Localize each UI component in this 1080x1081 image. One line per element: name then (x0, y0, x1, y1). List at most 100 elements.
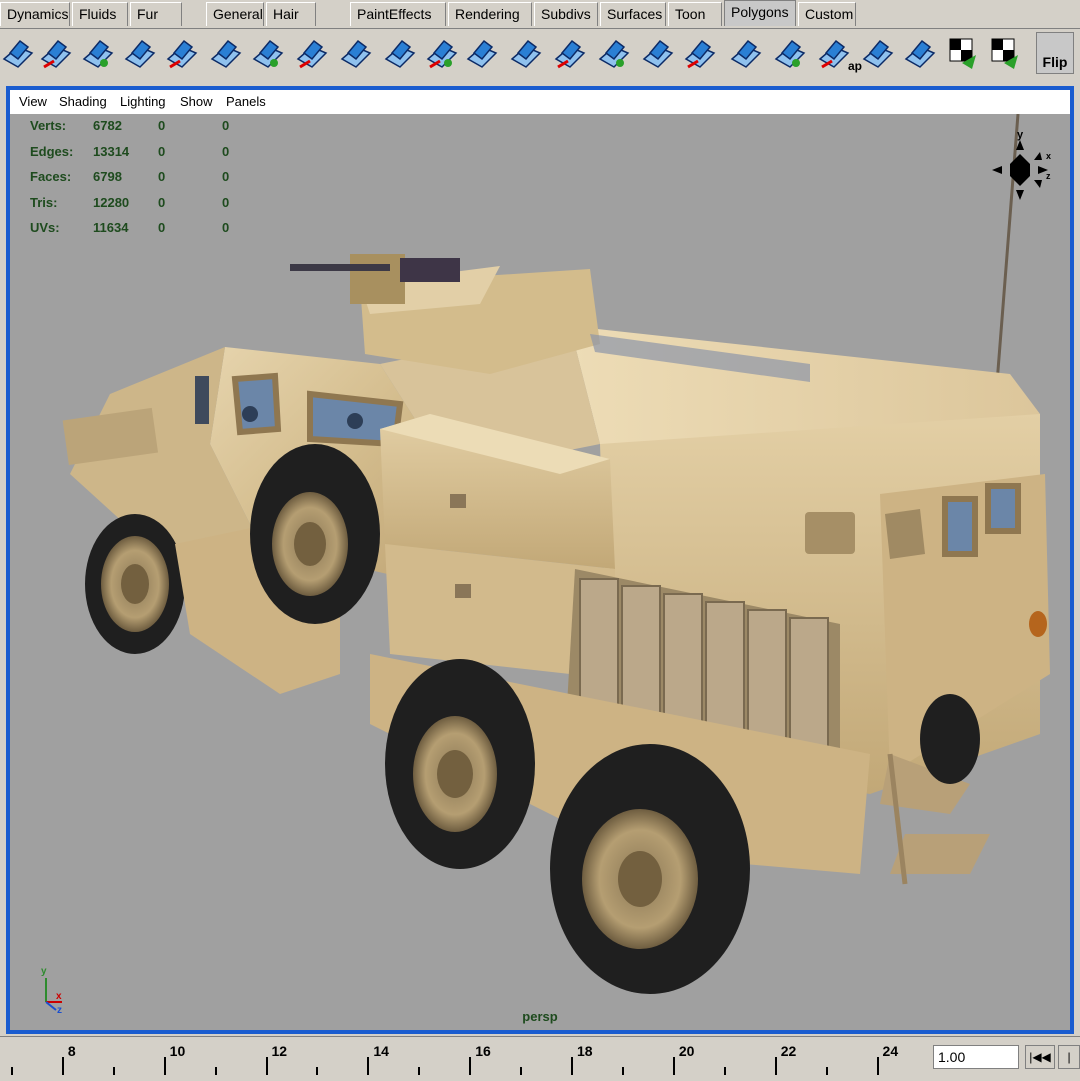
lattice-icon[interactable] (208, 33, 242, 73)
ruler-tick-label: 22 (780, 1043, 797, 1059)
poly-sphere-icon[interactable] (122, 33, 156, 73)
ruler-tick (723, 1067, 726, 1075)
hud-selected: 0 (158, 194, 166, 210)
wedge-icon[interactable] (464, 33, 498, 73)
plane-icon[interactable] (250, 33, 284, 73)
hud-label: Tris: (30, 194, 58, 210)
ruler-tick (571, 1057, 574, 1075)
extrude-face-icon[interactable] (338, 33, 372, 73)
hud-component: 0 (222, 194, 230, 210)
lighting-menu[interactable]: Lighting (120, 90, 166, 114)
shelf-tab-custom[interactable]: Custom (798, 2, 856, 26)
ruler-tick (418, 1067, 421, 1075)
perspective-viewport[interactable]: Verts: 6782 0 0 Edges: 13314 0 0 Faces: 6798 0 0 Tri… (10, 114, 1070, 1030)
hud-total: 11634 (93, 220, 129, 235)
hud-label: Faces: (30, 169, 72, 184)
shelf-tab-surfaces[interactable]: Surfaces (600, 2, 666, 26)
time-slider: 8 10 12 14 16 18 20 22 24 1.00 |◀◀ | (0, 1036, 1080, 1081)
panel-menu-bar: View Shading Lighting Show Panels (10, 90, 1070, 114)
ruler-tick-label: 12 (271, 1043, 288, 1059)
ruler-tick-label: 20 (678, 1043, 695, 1059)
split-poly-icon[interactable] (640, 33, 674, 73)
axis-gnomon-icon: y x z (41, 966, 62, 1014)
view-compass-icon[interactable]: y x z (982, 124, 1062, 224)
viewport-panel: View Shading Lighting Show Panels Verts:… (6, 86, 1074, 1034)
step-back-button[interactable]: | (1058, 1045, 1080, 1069)
gnomon-y-label: y (41, 966, 47, 977)
ruler-tick (61, 1057, 64, 1075)
subdivide-icon[interactable] (596, 33, 630, 73)
planar-map-icon[interactable] (944, 33, 978, 73)
mrap-vehicle-model (62, 114, 1050, 994)
cylinder-tool-icon[interactable] (80, 33, 114, 73)
hud-selected: 0 (158, 118, 166, 133)
collapse-icon[interactable] (772, 33, 806, 73)
shelf-tab-fur[interactable]: Fur (130, 2, 182, 26)
time-ruler[interactable]: 8 10 12 14 16 18 20 22 24 (0, 1037, 926, 1081)
ruler-tick (469, 1057, 472, 1075)
camera-name-label: persp (522, 1009, 558, 1024)
view-compass-x-label: x (1046, 151, 1051, 161)
shelf-tab-rendering[interactable]: Rendering (448, 2, 532, 26)
hud-total: 6798 (93, 169, 122, 184)
ruler-tick (265, 1057, 268, 1075)
ruler-tick-label: 16 (475, 1043, 491, 1059)
split-icon[interactable] (294, 33, 328, 73)
ruler-tick-label: 10 (169, 1043, 186, 1059)
shelf-tab-hair[interactable]: Hair (266, 2, 316, 26)
ruler-tick-label: 24 (882, 1043, 899, 1059)
view-compass-y-label: y (1017, 129, 1024, 141)
cone-tool-icon[interactable] (902, 33, 936, 73)
ruler-tick (774, 1057, 777, 1075)
hud-label: Verts: (30, 118, 67, 133)
ruler-tick (367, 1057, 370, 1075)
ruler-tick (672, 1057, 675, 1075)
hud-component: 0 (222, 143, 230, 159)
append-icon[interactable] (682, 33, 716, 73)
ruler-tick (112, 1067, 115, 1075)
quadrangulate-icon[interactable] (860, 33, 894, 73)
slice-icon[interactable] (728, 33, 762, 73)
shelf-tab-polygons[interactable]: Polygons (724, 0, 796, 26)
hud-selected: 0 (158, 220, 166, 235)
shelf-tab-general[interactable]: General (206, 2, 264, 26)
flip-button[interactable]: Flip (1036, 32, 1074, 74)
show-menu[interactable]: Show (180, 90, 213, 114)
shelf-tab-toon[interactable]: Toon (668, 2, 722, 26)
go-to-start-button[interactable]: |◀◀ (1025, 1045, 1055, 1069)
hud-component: 0 (222, 169, 230, 184)
hud-total: 6782 (93, 118, 122, 133)
ruler-tick (825, 1067, 828, 1075)
hud-total: 12280 (93, 194, 130, 210)
shading-menu[interactable]: Shading (59, 90, 107, 114)
view-compass-z-label: z (1046, 171, 1051, 181)
bridge-icon[interactable] (508, 33, 542, 73)
ruler-tick (316, 1067, 319, 1075)
shelf-tab-fluids[interactable]: Fluids (72, 2, 128, 26)
ruler-tick (214, 1067, 217, 1075)
hud-label: UVs: (30, 220, 60, 235)
hud-selected: 0 (158, 169, 166, 184)
ruler-tick (10, 1067, 13, 1075)
ruler-tick (520, 1067, 523, 1075)
cube-tool-icon[interactable] (38, 33, 72, 73)
shelf-tab-subdivs[interactable]: Subdivs (534, 2, 598, 26)
sphere-tool-icon[interactable] (0, 33, 34, 73)
merge-icon[interactable] (552, 33, 586, 73)
shelf-tab-painteffects[interactable]: PaintEffects (350, 2, 446, 26)
extrude-edge-icon[interactable] (382, 33, 416, 73)
shelf-button-caption: ap (848, 59, 863, 73)
triangulate-icon[interactable] (816, 33, 850, 73)
automatic-map-icon[interactable] (986, 33, 1020, 73)
shelf-tab-bar: Dynamics Fluids Fur General Hair PaintEffects… (0, 0, 1080, 28)
view-menu[interactable]: View (19, 90, 47, 114)
hud-label: Edges: (30, 143, 74, 159)
current-frame-field[interactable]: 1.00 (933, 1045, 1019, 1069)
panels-menu[interactable]: Panels (226, 90, 266, 114)
shelf-tab-dynamics[interactable]: Dynamics (0, 2, 70, 26)
ruler-tick-label: 14 (373, 1043, 389, 1059)
poly-cube-icon[interactable] (164, 33, 198, 73)
ruler-tick (163, 1057, 166, 1075)
ruler-tick (621, 1067, 624, 1075)
bevel-icon[interactable] (424, 33, 458, 73)
